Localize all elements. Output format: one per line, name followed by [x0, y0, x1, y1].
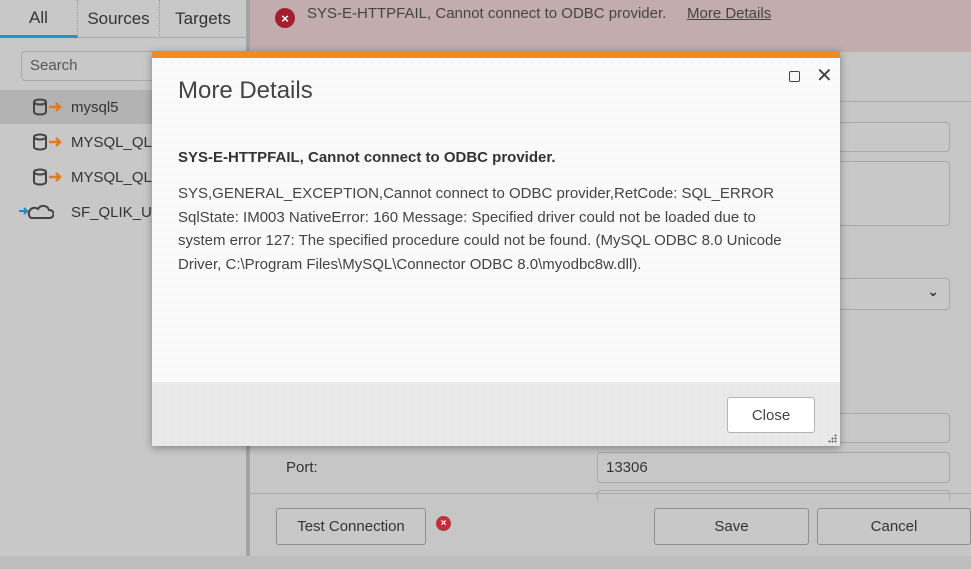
chevron-down-icon: ⌄ — [927, 283, 939, 299]
list-item-label: mysql5 — [71, 98, 119, 116]
close-button[interactable]: Close — [727, 397, 815, 433]
list-item-label: MYSQL_QLI — [71, 133, 157, 151]
database-source-icon — [33, 133, 65, 151]
test-error-icon: × — [436, 516, 451, 531]
dialog-accent-bar — [152, 51, 840, 58]
error-details: SYS,GENERAL_EXCEPTION,Cannot connect to … — [178, 185, 782, 273]
error-banner-message: SYS-E-HTTPFAIL, Cannot connect to ODBC p… — [307, 5, 667, 22]
database-source-icon — [33, 168, 65, 186]
cancel-button[interactable]: Cancel — [817, 508, 971, 545]
more-details-dialog: More Details ✕ SYS-E-HTTPFAIL, Cannot co… — [152, 51, 840, 446]
more-details-link[interactable]: More Details — [687, 5, 771, 22]
port-label: Port: — [286, 459, 318, 476]
section-divider — [840, 101, 971, 102]
dialog-title: More Details — [178, 77, 313, 104]
list-item-label: SF_QLIK_US — [71, 203, 162, 221]
dialog-footer: Close — [152, 382, 840, 446]
tab-all[interactable]: All — [0, 0, 78, 38]
tab-targets[interactable]: Targets — [160, 0, 246, 38]
port-input[interactable]: 13306 — [597, 452, 950, 483]
tab-sources[interactable]: Sources — [78, 0, 160, 38]
maximize-icon[interactable] — [789, 71, 800, 82]
list-item-label: MYSQL_QLI — [71, 168, 157, 186]
endpoint-tabs: All Sources Targets — [0, 0, 246, 40]
resize-handle-icon[interactable] — [828, 434, 837, 443]
next-field[interactable] — [597, 490, 950, 500]
close-icon[interactable]: ✕ — [816, 65, 833, 87]
error-icon: × — [275, 8, 295, 28]
error-heading: SYS-E-HTTPFAIL, Cannot connect to ODBC p… — [178, 149, 556, 166]
test-connection-button[interactable]: Test Connection — [276, 508, 426, 545]
database-source-icon — [33, 98, 65, 116]
save-button[interactable]: Save — [654, 508, 809, 545]
footer-divider — [250, 493, 971, 494]
cloud-target-icon — [18, 203, 54, 221]
status-bar — [0, 556, 971, 569]
